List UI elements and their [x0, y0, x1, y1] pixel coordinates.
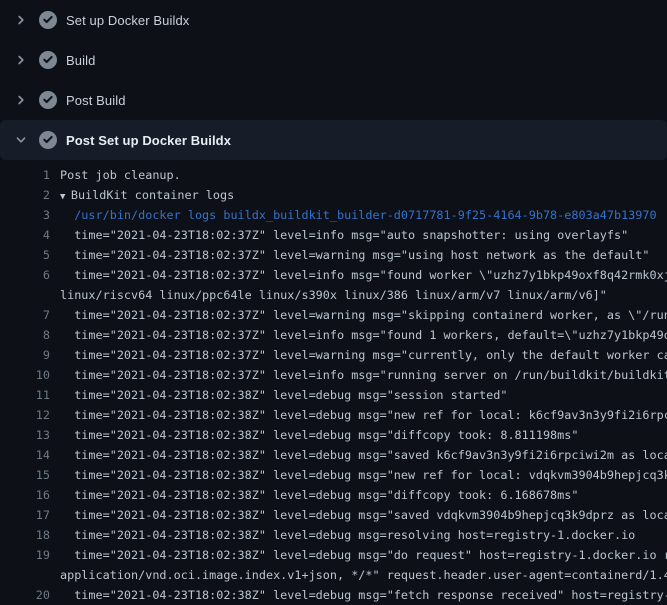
step-title: Post Set up Docker Buildx	[66, 133, 231, 148]
step-title: Post Build	[66, 93, 126, 108]
chevron-right-icon	[13, 92, 29, 108]
log-line-number[interactable]: 5	[0, 245, 50, 265]
check-circle-icon	[39, 51, 57, 69]
log-line-number[interactable]: 7	[0, 305, 50, 325]
log-line-text: time="2021-04-23T18:02:38Z" level=debug …	[60, 445, 667, 465]
log-group-title: ▼ BuildKit container logs	[60, 185, 667, 205]
log-line-number[interactable]: 20	[0, 585, 50, 605]
log-line-text: time="2021-04-23T18:02:38Z" level=debug …	[60, 405, 667, 425]
log-line-number[interactable]: 12	[0, 405, 50, 425]
log-line-text: Post job cleanup.	[60, 165, 667, 185]
log-line-text: time="2021-04-23T18:02:38Z" level=debug …	[60, 465, 667, 485]
log-line-text: time="2021-04-23T18:02:37Z" level=info m…	[60, 365, 667, 385]
log-line: 15 time="2021-04-23T18:02:38Z" level=deb…	[0, 465, 667, 485]
log-line-number[interactable]: 11	[0, 385, 50, 405]
log-line: 7 time="2021-04-23T18:02:37Z" level=warn…	[0, 305, 667, 325]
chevron-right-icon	[13, 52, 29, 68]
log-line-continuation: application/vnd.oci.image.index.v1+json,…	[0, 565, 667, 585]
log-line-number[interactable]: 8	[0, 325, 50, 345]
log-line-text: time="2021-04-23T18:02:37Z" level=info m…	[60, 325, 667, 345]
log-line-number[interactable]: 1	[0, 165, 50, 185]
log-line-text: time="2021-04-23T18:02:38Z" level=debug …	[60, 385, 667, 405]
log-line-number[interactable]: 2	[0, 185, 50, 205]
check-circle-icon	[39, 131, 57, 149]
log-line-text: time="2021-04-23T18:02:37Z" level=warnin…	[60, 305, 667, 325]
log-line-number[interactable]: 14	[0, 445, 50, 465]
log-line-number	[0, 285, 50, 305]
log-line-number[interactable]: 16	[0, 485, 50, 505]
log-line-text: application/vnd.oci.image.index.v1+json,…	[60, 565, 667, 585]
log-viewer: 1 Post job cleanup. 2 ▼ BuildKit contain…	[0, 160, 667, 605]
log-line-text: time="2021-04-23T18:02:38Z" level=debug …	[60, 485, 667, 505]
log-line: 1 Post job cleanup.	[0, 165, 667, 185]
chevron-right-icon	[13, 12, 29, 28]
log-line-text: time="2021-04-23T18:02:38Z" level=debug …	[60, 505, 667, 525]
log-line-number	[0, 565, 50, 585]
log-line: 18 time="2021-04-23T18:02:38Z" level=deb…	[0, 525, 667, 545]
group-caret-icon[interactable]: ▼	[60, 192, 71, 202]
log-line: 16 time="2021-04-23T18:02:38Z" level=deb…	[0, 485, 667, 505]
log-line-number[interactable]: 9	[0, 345, 50, 365]
log-line: 14 time="2021-04-23T18:02:38Z" level=deb…	[0, 445, 667, 465]
log-line: 5 time="2021-04-23T18:02:37Z" level=warn…	[0, 245, 667, 265]
log-line: 2 ▼ BuildKit container logs	[0, 185, 667, 205]
log-line: 4 time="2021-04-23T18:02:37Z" level=info…	[0, 225, 667, 245]
log-line-text: time="2021-04-23T18:02:37Z" level=info m…	[60, 225, 667, 245]
log-line-text: /usr/bin/docker logs buildx_buildkit_bui…	[60, 205, 667, 225]
log-line-number[interactable]: 13	[0, 425, 50, 445]
log-line-number[interactable]: 10	[0, 365, 50, 385]
log-line: 8 time="2021-04-23T18:02:37Z" level=info…	[0, 325, 667, 345]
log-line-number[interactable]: 4	[0, 225, 50, 245]
step-section-post-set-up-docker-buildx[interactable]: Post Set up Docker Buildx	[0, 120, 667, 160]
log-line-text: time="2021-04-23T18:02:38Z" level=debug …	[60, 425, 667, 445]
step-section-build[interactable]: Build	[0, 40, 667, 80]
log-line: 13 time="2021-04-23T18:02:38Z" level=deb…	[0, 425, 667, 445]
step-title: Set up Docker Buildx	[66, 13, 189, 28]
step-section-post-build[interactable]: Post Build	[0, 80, 667, 120]
log-command-line: 3 /usr/bin/docker logs buildx_buildkit_b…	[0, 205, 667, 225]
log-line: 10 time="2021-04-23T18:02:37Z" level=inf…	[0, 365, 667, 385]
log-line-number[interactable]: 19	[0, 545, 50, 565]
log-line: 12 time="2021-04-23T18:02:38Z" level=deb…	[0, 405, 667, 425]
log-line-text: time="2021-04-23T18:02:37Z" level=warnin…	[60, 345, 667, 365]
log-line-number[interactable]: 15	[0, 465, 50, 485]
log-line: 9 time="2021-04-23T18:02:37Z" level=warn…	[0, 345, 667, 365]
log-line: 17 time="2021-04-23T18:02:38Z" level=deb…	[0, 505, 667, 525]
log-line-text: time="2021-04-23T18:02:38Z" level=debug …	[60, 545, 667, 565]
log-line-continuation: linux/riscv64 linux/ppc64le linux/s390x …	[0, 285, 667, 305]
log-line-number[interactable]: 18	[0, 525, 50, 545]
step-section-set-up-docker-buildx[interactable]: Set up Docker Buildx	[0, 0, 667, 40]
log-line-number[interactable]: 3	[0, 205, 50, 225]
step-title: Build	[66, 53, 95, 68]
log-line-text: time="2021-04-23T18:02:37Z" level=warnin…	[60, 245, 667, 265]
steps-list: Set up Docker Buildx Build P	[0, 0, 667, 160]
log-line-number[interactable]: 17	[0, 505, 50, 525]
check-circle-icon	[39, 11, 57, 29]
log-line-number[interactable]: 6	[0, 265, 50, 285]
log-line: 19 time="2021-04-23T18:02:38Z" level=deb…	[0, 545, 667, 565]
log-line-text: time="2021-04-23T18:02:37Z" level=info m…	[60, 265, 667, 285]
log-line: 20 time="2021-04-23T18:02:38Z" level=deb…	[0, 585, 667, 605]
log-line: 11 time="2021-04-23T18:02:38Z" level=deb…	[0, 385, 667, 405]
log-line-text: time="2021-04-23T18:02:38Z" level=debug …	[60, 585, 667, 605]
check-circle-icon	[39, 91, 57, 109]
log-line-text: time="2021-04-23T18:02:38Z" level=debug …	[60, 525, 667, 545]
log-line-text: linux/riscv64 linux/ppc64le linux/s390x …	[60, 285, 667, 305]
log-line: 6 time="2021-04-23T18:02:37Z" level=info…	[0, 265, 667, 285]
chevron-down-icon	[13, 132, 29, 148]
